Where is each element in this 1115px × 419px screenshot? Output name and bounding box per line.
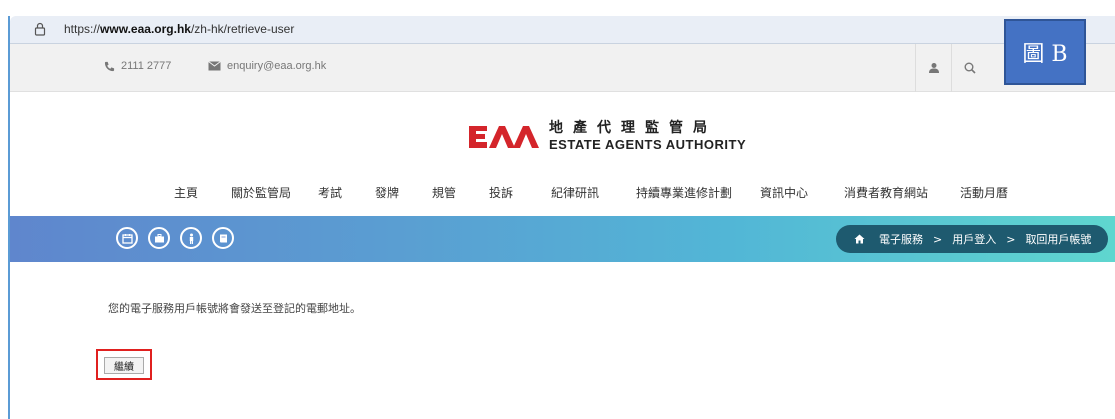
breadcrumb-item-current: 取回用戶帳號 — [1025, 233, 1092, 246]
phone-icon — [104, 61, 115, 71]
logo-text-en: ESTATE AGENTS AUTHORITY — [549, 137, 747, 152]
nav-item-disciplinary[interactable]: 紀律研訊 — [551, 184, 599, 201]
breadcrumb-separator: > — [933, 232, 943, 246]
main-nav: 主頁 關於監管局 考試 發牌 規管 投訴 紀律研訊 持續專業進修計劃 資訊中心 … — [0, 184, 1115, 206]
breadcrumb-separator: > — [1006, 232, 1016, 246]
breadcrumb-item-login[interactable]: 用戶登入 — [952, 231, 996, 247]
info-message: 您的電子服務用戶帳號將會發送至登記的電郵地址。 — [108, 302, 361, 315]
user-icon — [928, 63, 939, 73]
nav-item-regulation[interactable]: 規管 — [432, 184, 456, 201]
contact-phone[interactable]: 2111 2777 — [104, 60, 171, 72]
briefcase-button[interactable] — [148, 227, 170, 249]
nav-item-about[interactable]: 關於監管局 — [231, 184, 291, 201]
email-address: enquiry@eaa.org.hk — [227, 60, 327, 72]
nav-item-events[interactable]: 活動月曆 — [960, 184, 1008, 201]
contact-email[interactable]: enquiry@eaa.org.hk — [208, 60, 326, 72]
nav-item-complaints[interactable]: 投訴 — [489, 184, 513, 201]
person-icon — [189, 233, 193, 244]
phone-number: 2111 2777 — [121, 60, 172, 72]
figure-label: 圖 B — [1004, 19, 1086, 85]
book-icon — [219, 234, 227, 242]
breadcrumb: 電子服務 > 用戶登入 > 取回用戶帳號 — [836, 225, 1108, 253]
envelope-icon — [208, 61, 221, 71]
book-button[interactable] — [212, 227, 234, 249]
briefcase-icon — [154, 233, 164, 242]
logo-text: 地產代理監管局 ESTATE AGENTS AUTHORITY — [549, 119, 746, 153]
nav-item-consumer-education[interactable]: 消費者教育網站 — [844, 184, 928, 201]
nav-item-cpd[interactable]: 持續專業進修計劃 — [636, 184, 732, 201]
lock-icon — [34, 22, 46, 36]
address-url[interactable]: https://www.eaa.org.hk/zh-hk/retrieve-us… — [64, 22, 294, 36]
page-banner: 電子服務 > 用戶登入 > 取回用戶帳號 — [10, 216, 1115, 262]
nav-item-info-centre[interactable]: 資訊中心 — [760, 184, 808, 201]
eaa-logo[interactable]: 地產代理監管局 ESTATE AGENTS AUTHORITY — [469, 118, 746, 154]
search-icon — [964, 62, 976, 74]
user-login-button[interactable] — [915, 44, 951, 92]
logo-text-zh: 地產代理監管局 — [549, 120, 717, 136]
nav-item-exam[interactable]: 考試 — [318, 184, 342, 201]
eaa-logo-mark — [469, 126, 539, 148]
person-button[interactable] — [180, 227, 202, 249]
home-icon[interactable] — [854, 234, 865, 244]
browser-address-bar[interactable]: https://www.eaa.org.hk/zh-hk/retrieve-us… — [10, 16, 1115, 44]
contact-bar: 2111 2777 enquiry@eaa.org.hk — [10, 44, 1115, 92]
continue-button[interactable]: 繼續 — [104, 357, 144, 374]
url-host: www.eaa.org.hk — [100, 22, 191, 36]
calendar-button[interactable] — [116, 227, 138, 249]
breadcrumb-item-eservices[interactable]: 電子服務 — [879, 231, 923, 247]
url-path: /zh-hk/retrieve-user — [190, 22, 295, 36]
nav-item-licensing[interactable]: 發牌 — [375, 184, 399, 201]
calendar-icon — [121, 233, 133, 244]
nav-item-home[interactable]: 主頁 — [174, 184, 198, 201]
search-button[interactable] — [951, 44, 987, 92]
continue-button-highlight: 繼續 — [96, 349, 152, 380]
url-prefix: https:// — [64, 22, 101, 36]
header-right-icons — [915, 44, 987, 92]
